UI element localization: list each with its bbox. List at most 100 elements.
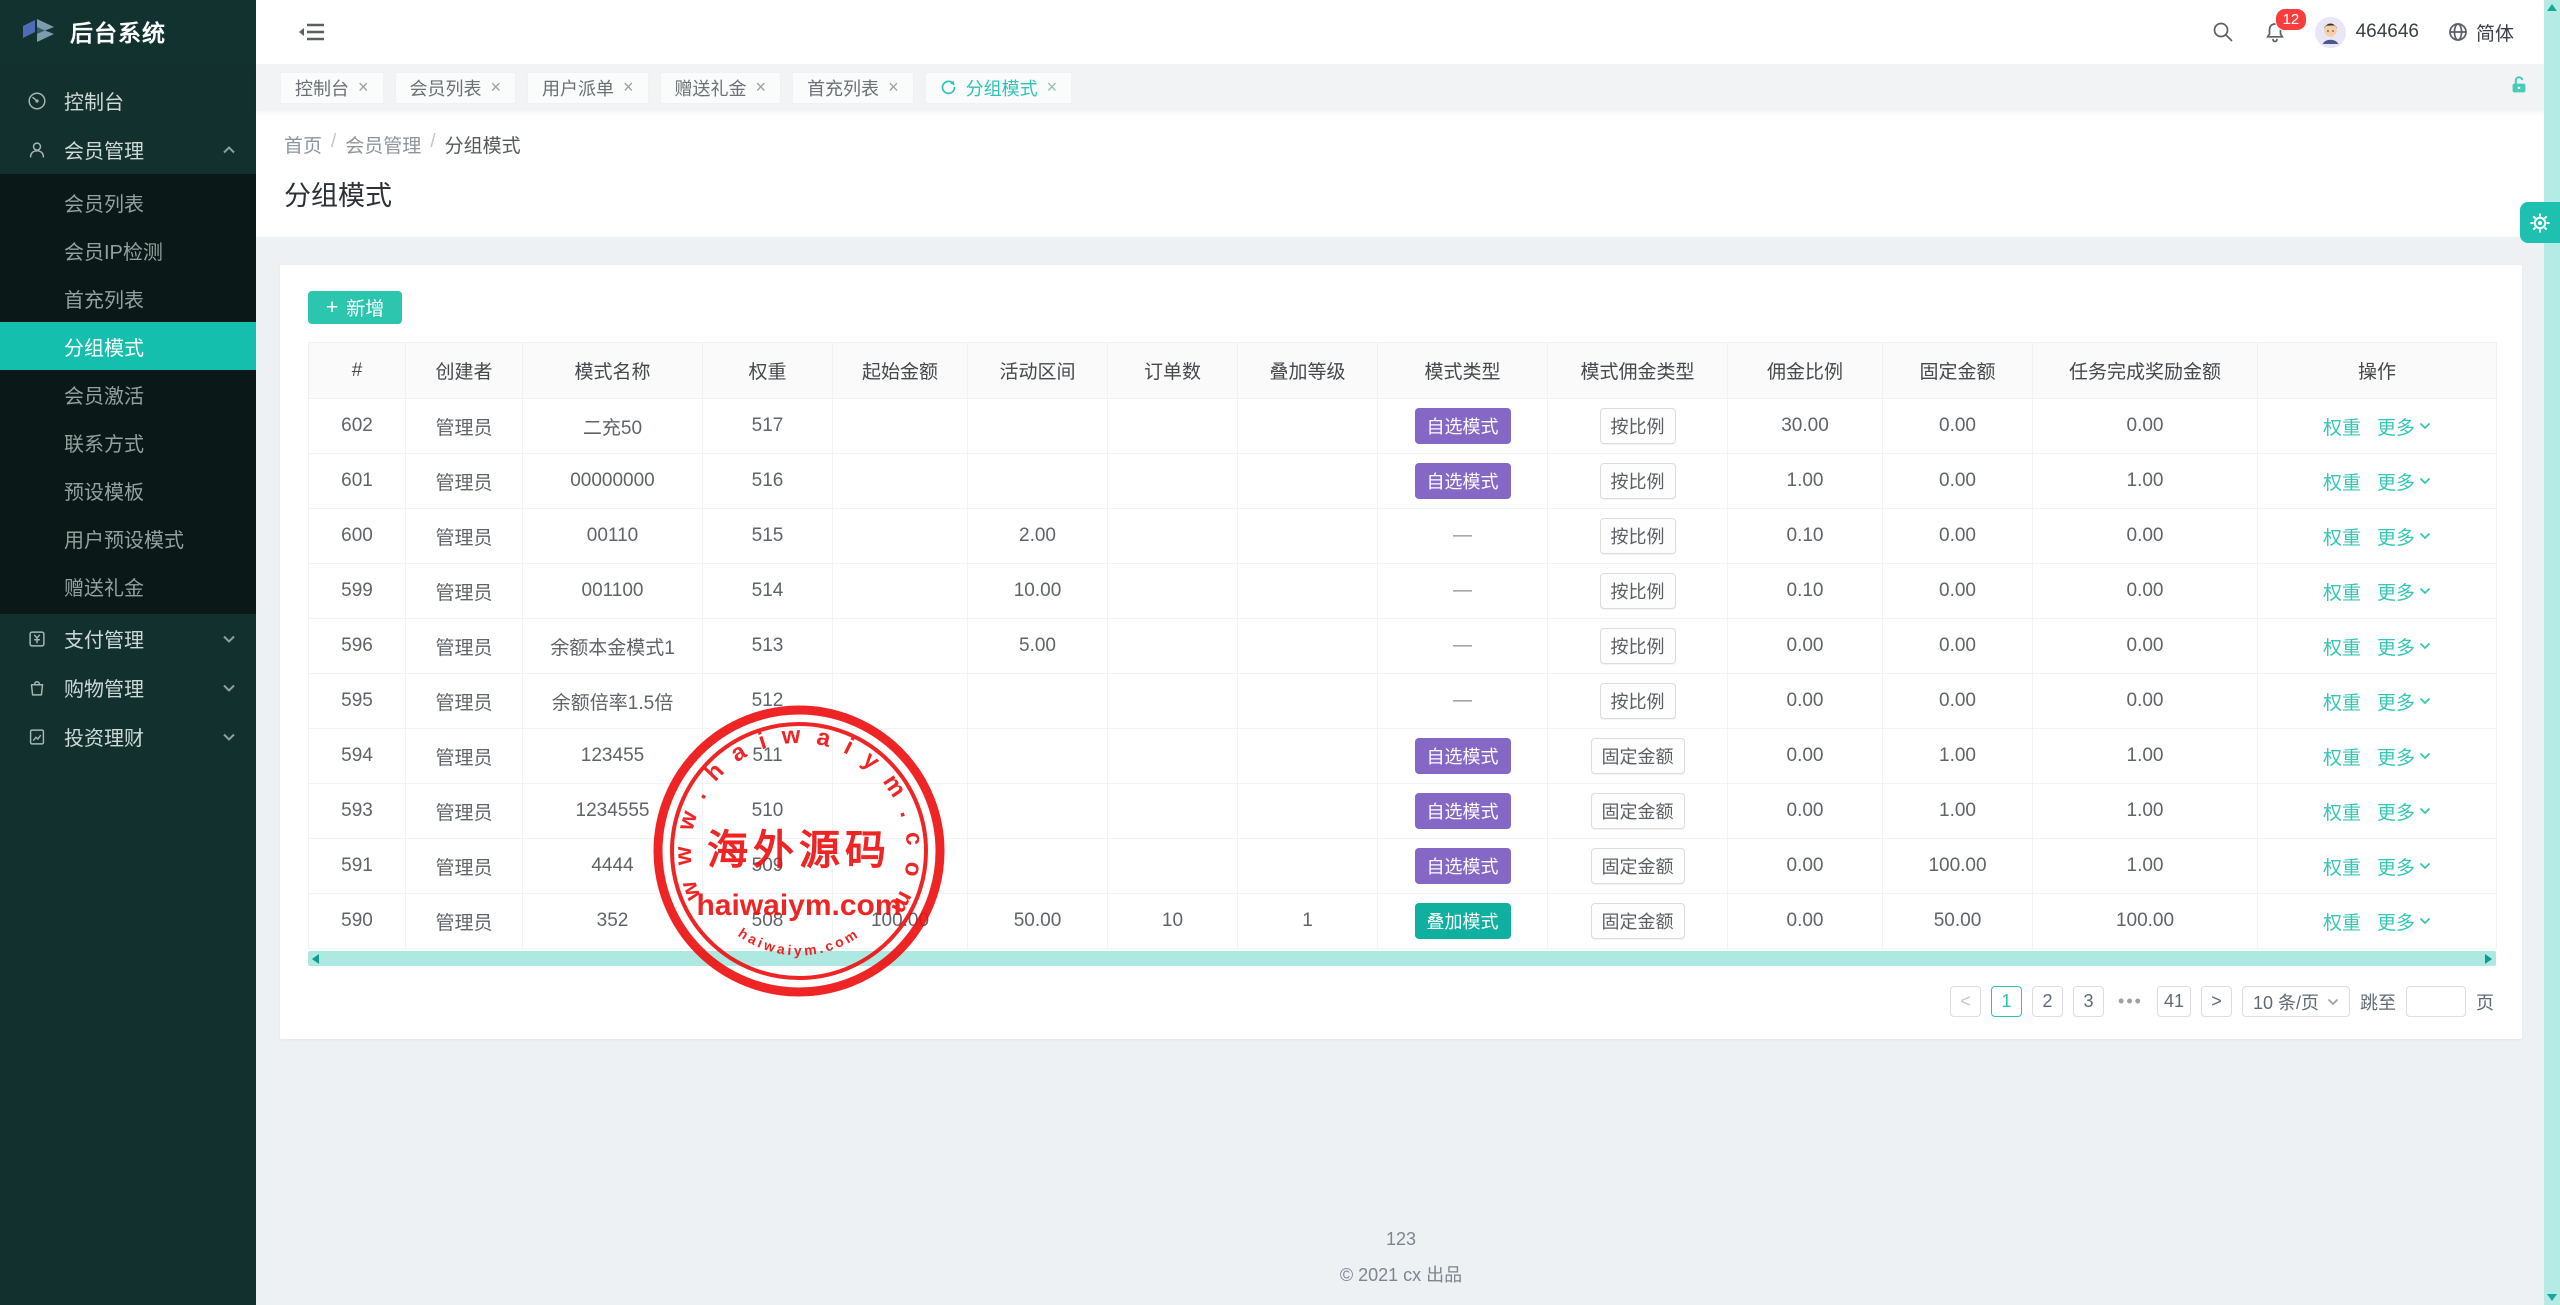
- submenu-item-1[interactable]: 会员列表: [0, 178, 256, 226]
- next-page-button[interactable]: >: [2201, 986, 2232, 1017]
- chevron-down-icon: [2419, 752, 2431, 760]
- submenu-item-3[interactable]: 首充列表: [0, 274, 256, 322]
- cell-actions: 权重更多: [2258, 619, 2497, 674]
- scroll-down-icon[interactable]: [2547, 1294, 2557, 1301]
- submenu-item-7[interactable]: 预设模板: [0, 466, 256, 514]
- tab-label: 用户派单: [542, 75, 614, 101]
- sidebar-collapse-button[interactable]: [298, 19, 326, 45]
- scroll-right-icon[interactable]: [2485, 954, 2492, 964]
- submenu-item-5[interactable]: 会员激活: [0, 370, 256, 418]
- jump-page-input[interactable]: [2406, 986, 2466, 1017]
- table-row: 590管理员352508100.0050.00101叠加模式固定金额0.0050…: [309, 894, 2497, 949]
- page-ellipsis[interactable]: •••: [2114, 991, 2147, 1012]
- cell-start-amount: [833, 619, 968, 674]
- tab-close-icon[interactable]: ×: [491, 77, 502, 98]
- breadcrumb-home[interactable]: 首页: [284, 131, 322, 158]
- tab-6[interactable]: 分组模式×: [925, 72, 1073, 104]
- tab-close-icon[interactable]: ×: [888, 77, 899, 98]
- settings-button[interactable]: [2520, 202, 2560, 243]
- more-action-link[interactable]: 更多: [2377, 468, 2431, 495]
- weight-action-link[interactable]: 权重: [2323, 858, 2361, 879]
- scroll-up-icon[interactable]: [2547, 4, 2557, 11]
- refresh-icon-wrap[interactable]: [940, 79, 957, 96]
- tab-close-icon[interactable]: ×: [358, 77, 369, 98]
- page-button-3[interactable]: 3: [2073, 986, 2104, 1017]
- sidebar-item-payments[interactable]: 支付管理: [0, 614, 256, 663]
- language-switcher[interactable]: 简体: [2447, 19, 2514, 46]
- tab-3[interactable]: 用户派单 ×: [527, 72, 649, 104]
- mode-type-badge: 叠加模式: [1415, 903, 1511, 939]
- sidebar-item-shopping[interactable]: 购物管理: [0, 663, 256, 712]
- breadcrumb-members[interactable]: 会员管理: [345, 131, 421, 158]
- cell-commission-type: 按比例: [1548, 674, 1728, 729]
- tab-5[interactable]: 首充列表 ×: [792, 72, 914, 104]
- mode-type-badge: 自选模式: [1415, 408, 1511, 444]
- more-action-link[interactable]: 更多: [2377, 743, 2431, 770]
- cell-mode-type: 自选模式: [1378, 839, 1548, 894]
- cell-mode-name: 00000000: [523, 454, 703, 509]
- more-action-link[interactable]: 更多: [2377, 413, 2431, 440]
- cell-start-amount: [833, 729, 968, 784]
- page-button-2[interactable]: 2: [2032, 986, 2063, 1017]
- chevron-down-icon: [2419, 422, 2431, 430]
- tab-close-icon[interactable]: ×: [623, 77, 634, 98]
- cell-mode-type: 叠加模式: [1378, 894, 1548, 949]
- add-button[interactable]: + 新增: [308, 291, 402, 324]
- tab-label: 首充列表: [807, 75, 879, 101]
- notification-badge: 12: [2275, 8, 2308, 31]
- tab-4[interactable]: 赠送礼金×: [660, 72, 782, 104]
- topbar-right: 12 464646 简体: [2211, 17, 2514, 48]
- sidebar-item-dashboard[interactable]: 控制台: [0, 76, 256, 125]
- prev-page-button[interactable]: <: [1950, 986, 1981, 1017]
- weight-action-link[interactable]: 权重: [2323, 528, 2361, 549]
- page-footer: 123 © 2021 cx 出品: [280, 1229, 2522, 1305]
- sidebar-item-members[interactable]: 会员管理: [0, 125, 256, 174]
- weight-action-link[interactable]: 权重: [2323, 748, 2361, 769]
- vertical-scrollbar[interactable]: [2544, 0, 2560, 1305]
- cell-stack-level: 1: [1238, 894, 1378, 949]
- col-actions: 操作: [2258, 343, 2497, 399]
- more-action-link[interactable]: 更多: [2377, 908, 2431, 935]
- horizontal-scrollbar[interactable]: [308, 951, 2496, 966]
- search-button[interactable]: [2211, 20, 2235, 44]
- weight-action-link[interactable]: 权重: [2323, 693, 2361, 714]
- submenu-item-2[interactable]: 会员IP检测: [0, 226, 256, 274]
- tab-close-icon[interactable]: ×: [1047, 77, 1058, 98]
- tab-1[interactable]: 控制台×: [280, 72, 384, 104]
- weight-action-link[interactable]: 权重: [2323, 418, 2361, 439]
- cell-mode-type: —: [1378, 564, 1548, 619]
- weight-action-link[interactable]: 权重: [2323, 913, 2361, 934]
- tab-2[interactable]: 会员列表×: [395, 72, 517, 104]
- app-title: 后台系统: [70, 14, 166, 48]
- more-action-link[interactable]: 更多: [2377, 688, 2431, 715]
- user-menu[interactable]: 464646: [2315, 17, 2419, 48]
- page-size-select[interactable]: 10 条/页: [2242, 986, 2350, 1017]
- cell-stack-level: [1238, 564, 1378, 619]
- page-size-value: 10 条/页: [2253, 989, 2319, 1015]
- notifications-button[interactable]: 12: [2263, 20, 2287, 44]
- weight-action-link[interactable]: 权重: [2323, 803, 2361, 824]
- more-action-link[interactable]: 更多: [2377, 523, 2431, 550]
- cell-mode-type: —: [1378, 619, 1548, 674]
- weight-action-link[interactable]: 权重: [2323, 583, 2361, 604]
- submenu-item-8[interactable]: 用户预设模式: [0, 514, 256, 562]
- sidebar-item-investment[interactable]: 投资理财: [0, 712, 256, 761]
- cell-active-range: [968, 454, 1108, 509]
- page-button-1[interactable]: 1: [1991, 986, 2022, 1017]
- page-button-last[interactable]: 41: [2157, 986, 2191, 1017]
- submenu-item-4[interactable]: 分组模式: [0, 322, 256, 370]
- tab-lock-button[interactable]: [2508, 74, 2530, 101]
- submenu-item-9[interactable]: 赠送礼金: [0, 562, 256, 610]
- more-action-link[interactable]: 更多: [2377, 853, 2431, 880]
- scroll-left-icon[interactable]: [312, 954, 319, 964]
- more-action-link[interactable]: 更多: [2377, 798, 2431, 825]
- submenu-item-6[interactable]: 联系方式: [0, 418, 256, 466]
- weight-action-link[interactable]: 权重: [2323, 638, 2361, 659]
- more-action-link[interactable]: 更多: [2377, 578, 2431, 605]
- tab-close-icon[interactable]: ×: [756, 77, 767, 98]
- cell-mode-name: 二充50: [523, 399, 703, 454]
- more-action-link[interactable]: 更多: [2377, 633, 2431, 660]
- cell-mode-name: 余额倍率1.5倍: [523, 674, 703, 729]
- commission-type-tag: 按比例: [1600, 518, 1676, 554]
- weight-action-link[interactable]: 权重: [2323, 473, 2361, 494]
